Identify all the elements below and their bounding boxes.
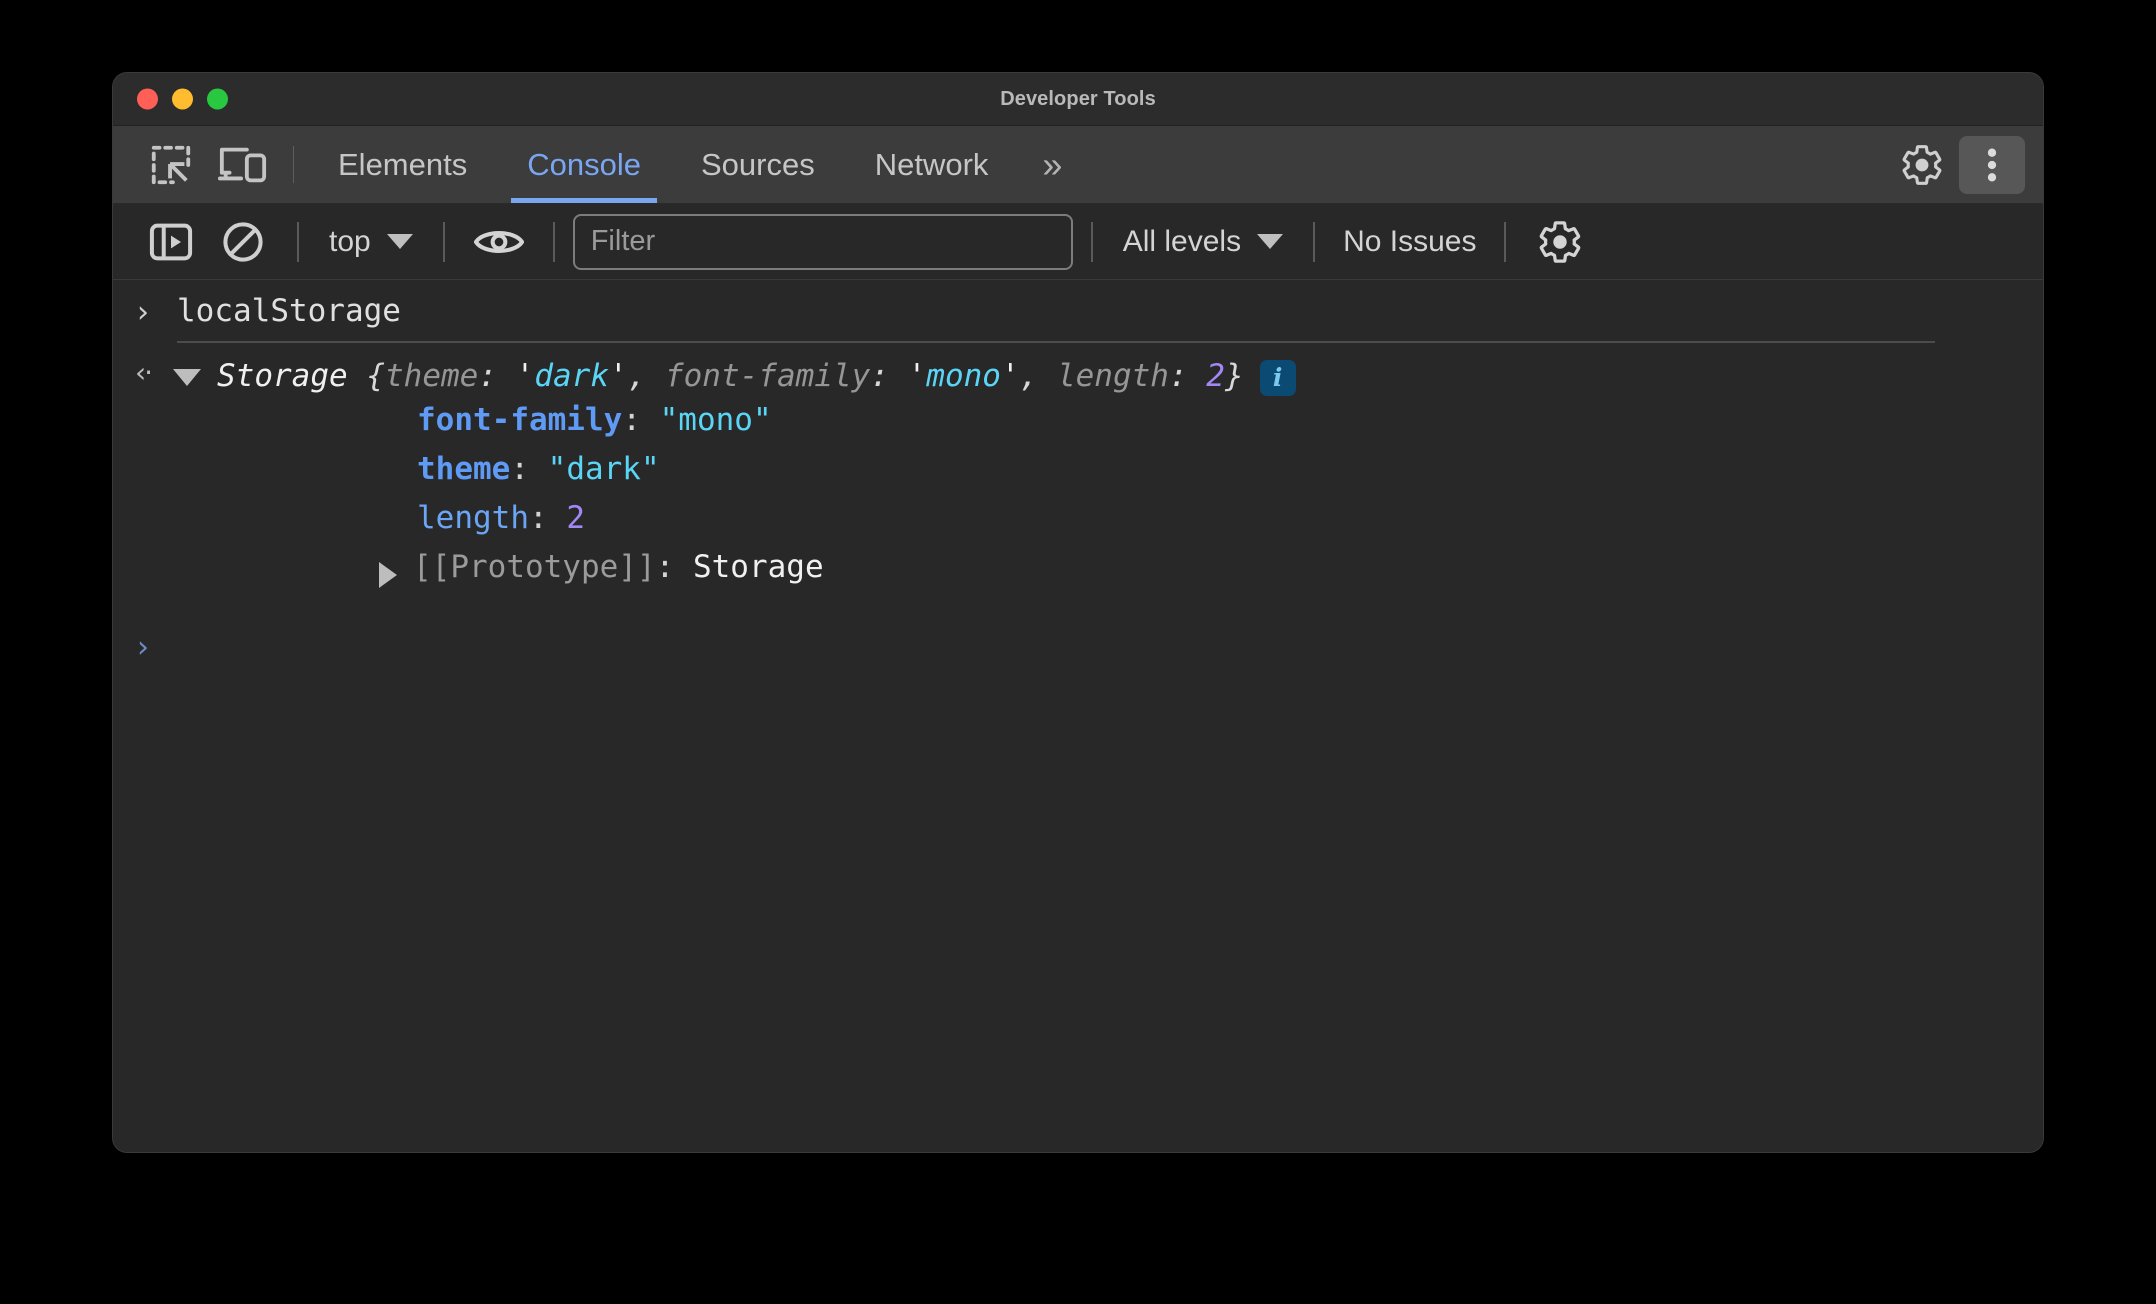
property-value[interactable]: 2 <box>566 503 585 534</box>
tab-console[interactable]: Console <box>497 126 671 203</box>
console-sidebar-icon[interactable] <box>135 212 207 272</box>
tab-network[interactable]: Network <box>845 126 1019 203</box>
execution-context-label: top <box>329 224 371 258</box>
console-input-expression: localStorage <box>177 293 401 329</box>
window-title: Developer Tools <box>1000 87 1156 110</box>
traffic-lights <box>137 88 228 110</box>
preview-key-2: length <box>1056 358 1169 394</box>
prototype-row[interactable]: [[Prototype]]: Storage <box>173 543 2043 597</box>
toolbar-divider-3 <box>552 221 555 262</box>
inspect-element-icon[interactable] <box>135 126 207 203</box>
tab-elements[interactable]: Elements <box>308 126 497 203</box>
console-settings-gear-icon[interactable] <box>1524 212 1596 272</box>
property-name[interactable]: font-family <box>417 405 622 436</box>
log-levels-dropdown[interactable]: All levels <box>1111 225 1295 259</box>
input-prompt-gutter: › <box>113 296 173 328</box>
toolbar-divider-4 <box>1090 221 1093 262</box>
property-row[interactable]: length: 2 <box>173 494 2043 543</box>
preview-value-2: 2 <box>1206 358 1225 394</box>
tabbar-divider <box>293 146 294 183</box>
console-prompt-line[interactable]: › <box>113 597 2043 671</box>
maximize-window-button[interactable] <box>207 88 228 110</box>
open-brace: { <box>366 358 385 394</box>
object-class-name: Storage <box>217 358 348 394</box>
prototype-label[interactable]: [[Prototype]] <box>413 552 656 583</box>
result-arrow-icon: ‹· <box>134 356 153 389</box>
toolbar-divider-5 <box>1313 221 1316 262</box>
kebab-menu-icon[interactable] <box>1959 135 2025 194</box>
filter-input[interactable] <box>572 213 1073 270</box>
tab-sources[interactable]: Sources <box>671 126 845 203</box>
execution-context-dropdown[interactable]: top <box>317 225 425 259</box>
property-value[interactable]: "dark" <box>548 454 660 485</box>
minimize-window-button[interactable] <box>172 88 193 110</box>
chevron-down-icon <box>1257 234 1284 249</box>
device-toolbar-icon[interactable] <box>207 126 279 203</box>
tabbar: Elements Console Sources Network » <box>113 126 2043 204</box>
preview-quote-0-open: ' <box>515 358 535 394</box>
property-row[interactable]: font-family: "mono" <box>173 396 2043 445</box>
toolbar-divider-2 <box>442 221 445 262</box>
prototype-expand-icon[interactable] <box>379 562 397 588</box>
property-value[interactable]: "mono" <box>660 405 772 436</box>
preview-value-0: dark <box>534 358 609 394</box>
gear-icon[interactable] <box>1889 136 1955 194</box>
preview-quote-0-close: ' <box>608 358 628 394</box>
object-preview-text[interactable]: Storage {theme: 'dark', font-family: 'mo… <box>217 357 1244 396</box>
toolbar-divider-1 <box>297 221 299 262</box>
toolbar-divider-6 <box>1504 221 1507 262</box>
console-result-line: ‹· Storage {theme: 'dark', font-family: … <box>113 343 2043 597</box>
close-window-button[interactable] <box>137 88 158 110</box>
console-input-line[interactable]: › localStorage <box>113 280 2043 341</box>
prototype-value[interactable]: Storage <box>693 552 824 583</box>
close-brace: } <box>1224 358 1244 394</box>
log-levels-label: All levels <box>1122 224 1242 258</box>
tab-list: Elements Console Sources Network » <box>308 126 1856 203</box>
preview-sep-0: , <box>627 358 665 394</box>
preview-key-1: font-family <box>664 358 871 394</box>
preview-key-0: theme <box>385 358 479 394</box>
console-toolbar: top All levels No Issues <box>113 204 2043 280</box>
property-row[interactable]: theme: "dark" <box>173 445 2043 494</box>
chevron-right-icon: › <box>137 630 149 665</box>
more-tabs-chevron-icon[interactable]: » <box>1018 126 1082 203</box>
prompt-gutter: › <box>113 631 173 663</box>
property-name[interactable]: length <box>417 503 529 534</box>
issues-status[interactable]: No Issues <box>1333 225 1486 259</box>
result-arrow-gutter: ‹· <box>113 357 173 387</box>
preview-value-1: mono <box>926 358 1001 394</box>
object-preview: Storage {theme: 'dark', font-family: 'mo… <box>173 357 2043 396</box>
titlebar: Developer Tools <box>113 73 2043 126</box>
console-prompt-input[interactable] <box>173 631 2043 671</box>
tabbar-right-actions <box>1856 126 2025 203</box>
devtools-window: Developer Tools Elements Console Sources… <box>113 73 2043 1152</box>
object-properties: font-family: "mono" theme: "dark" length… <box>173 396 2043 597</box>
preview-sep-1: , <box>1019 358 1057 394</box>
property-name[interactable]: theme <box>417 454 510 485</box>
preview-quote-1-open: ' <box>907 358 927 394</box>
chevron-right-icon: › <box>137 295 149 330</box>
info-badge-icon[interactable]: i <box>1259 360 1296 396</box>
console-output: › localStorage ‹· Storage {theme: 'dark'… <box>113 280 2043 1152</box>
clear-console-icon[interactable] <box>207 212 279 272</box>
live-expression-eye-icon[interactable] <box>463 212 535 272</box>
expand-toggle-icon[interactable] <box>173 369 201 386</box>
preview-quote-1-close: ' <box>1000 358 1020 394</box>
chevron-down-icon <box>386 234 413 249</box>
